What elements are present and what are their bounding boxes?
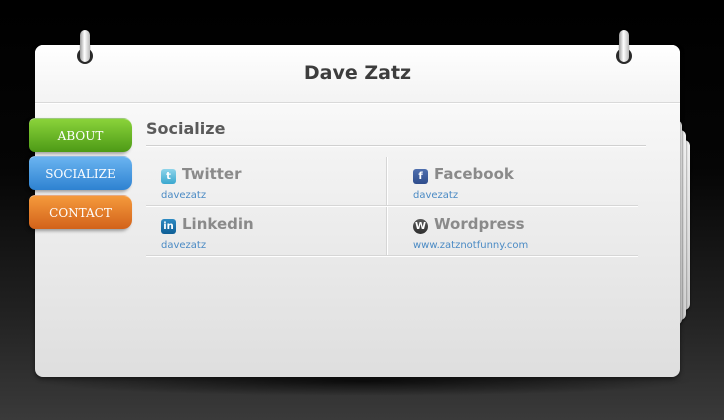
tab-contact-label: CONTACT: [49, 206, 112, 220]
social-handle-facebook[interactable]: davezatz: [413, 190, 458, 201]
facebook-icon[interactable]: f: [413, 169, 428, 184]
tab-socialize[interactable]: SOCIALIZE: [29, 156, 132, 190]
ring-bar: [80, 30, 90, 62]
social-item-facebook: f Facebook davezatz: [413, 160, 653, 208]
binder-ring-left: [77, 30, 93, 66]
page-stage: Dave Zatz ABOUT SOCIALIZE CONTACT Social…: [0, 0, 724, 420]
wordpress-icon[interactable]: W: [413, 219, 428, 234]
section-title: Socialize: [146, 119, 226, 138]
tab-socialize-label: SOCIALIZE: [45, 167, 116, 181]
social-handle-twitter[interactable]: davezatz: [161, 190, 206, 201]
tab-about-label: ABOUT: [57, 129, 104, 143]
card-header: Dave Zatz: [35, 45, 680, 103]
binder-ring-right: [616, 30, 632, 66]
linkedin-icon[interactable]: in: [161, 219, 176, 234]
social-handle-wordpress[interactable]: www.zatznotfunny.com: [413, 240, 528, 251]
social-name-twitter[interactable]: Twitter: [182, 165, 242, 183]
ring-bar: [619, 30, 629, 62]
site-title: Dave Zatz: [303, 62, 412, 84]
tab-contact[interactable]: CONTACT: [29, 195, 132, 229]
social-item-wordpress: W Wordpress www.zatznotfunny.com: [413, 210, 653, 258]
social-name-facebook[interactable]: Facebook: [434, 165, 514, 183]
tab-about[interactable]: ABOUT: [29, 118, 132, 152]
section-divider: [146, 145, 646, 146]
social-name-linkedin[interactable]: Linkedin: [182, 215, 254, 233]
social-item-twitter: t Twitter davezatz: [161, 160, 401, 208]
twitter-icon[interactable]: t: [161, 169, 176, 184]
social-handle-linkedin[interactable]: davezatz: [161, 240, 206, 251]
social-name-wordpress[interactable]: Wordpress: [434, 215, 525, 233]
social-item-linkedin: in Linkedin davezatz: [161, 210, 401, 258]
